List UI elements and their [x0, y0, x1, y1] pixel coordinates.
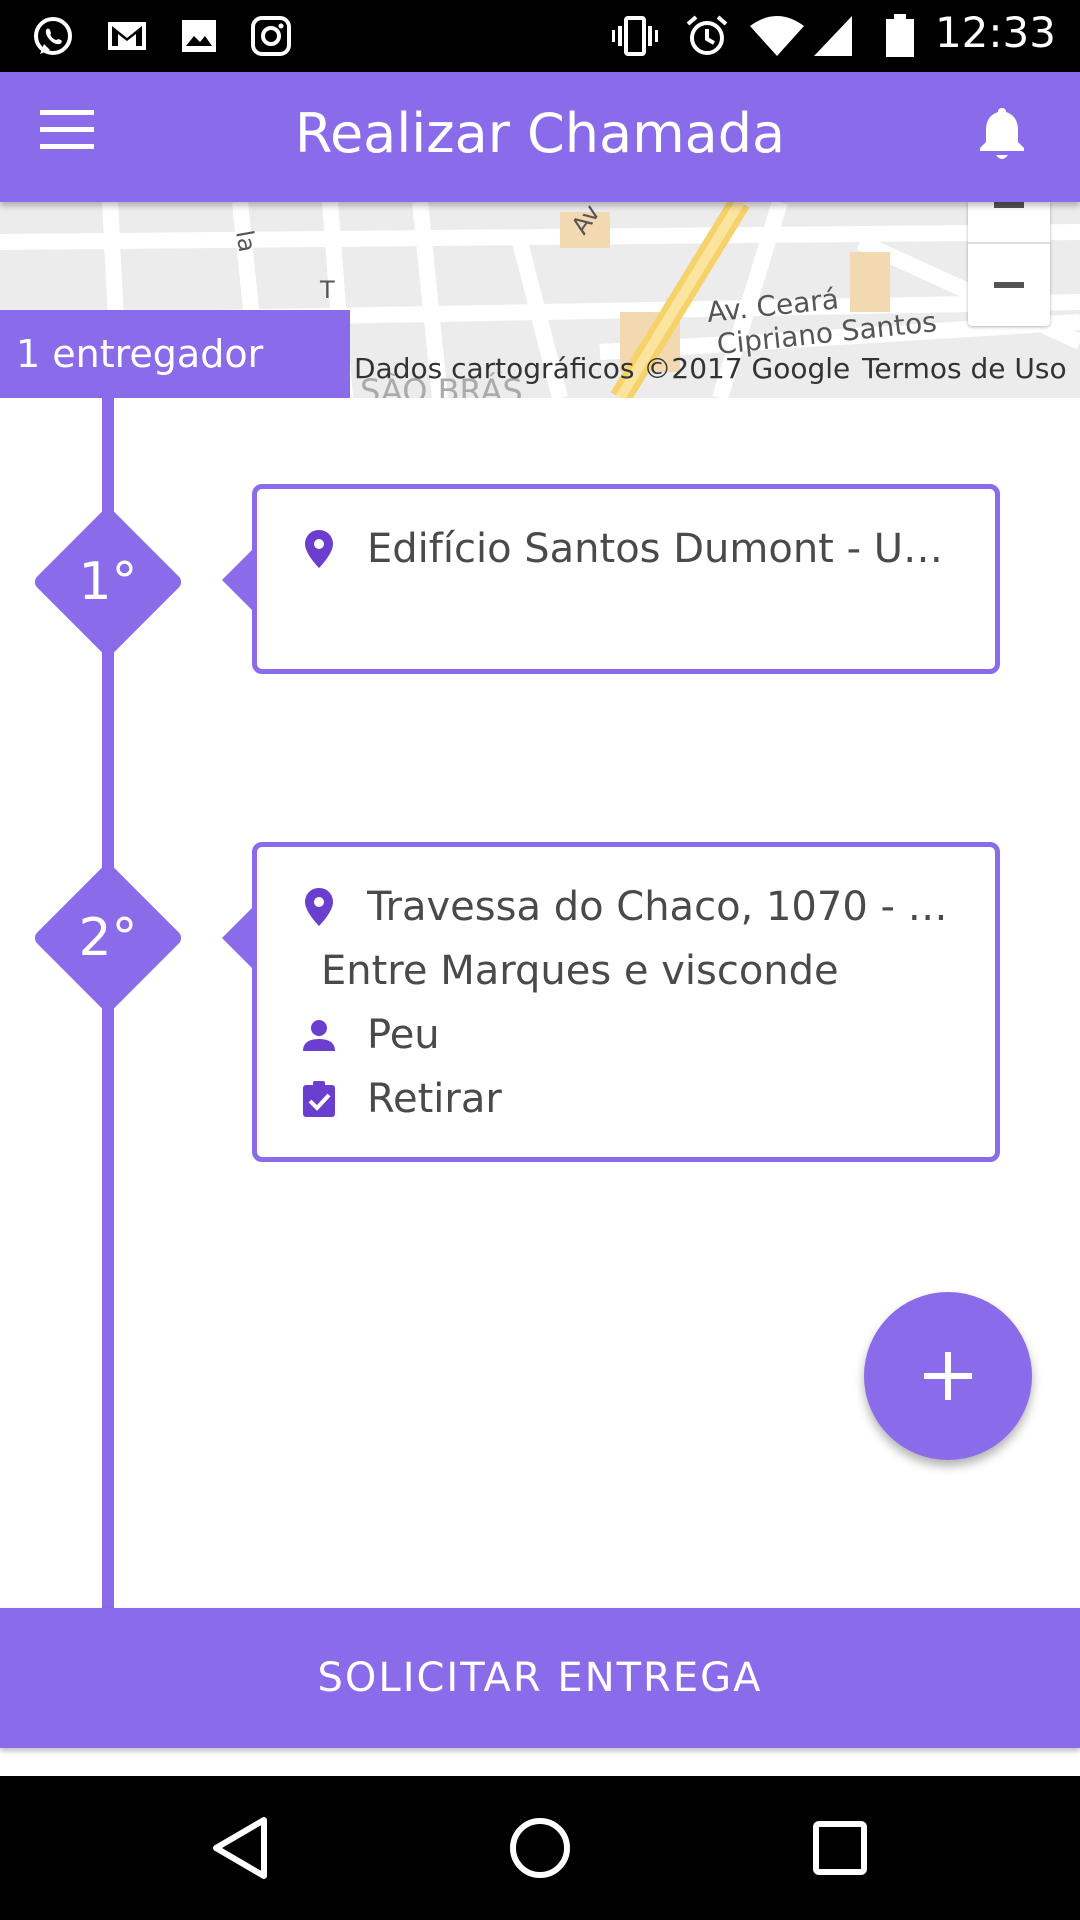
nav-bar — [0, 1776, 1080, 1920]
map-credit: Dados cartográficos ©2017 Google — [354, 352, 851, 385]
zoom-controls — [968, 202, 1050, 326]
plus-icon — [924, 1352, 972, 1400]
instagram-icon — [251, 16, 291, 56]
home-icon[interactable] — [504, 1812, 576, 1884]
request-delivery-button[interactable]: SOLICITAR ENTREGA — [0, 1608, 1080, 1748]
stop-number-badge: 1° — [31, 505, 185, 659]
stop-address: Edifício Santos Dumont - Umarizal, Belém… — [367, 526, 965, 572]
recents-icon[interactable] — [804, 1812, 876, 1884]
stop-card[interactable]: Edifício Santos Dumont - Umarizal, Belém… — [252, 484, 1000, 674]
action-label: Retirar — [367, 1076, 502, 1122]
person-icon — [301, 1015, 337, 1055]
signal-icon — [814, 16, 852, 56]
online-badge: 1 entregador online — [0, 310, 350, 464]
app-bar: Realizar Chamada — [0, 72, 1080, 202]
plus-icon[interactable] — [968, 202, 1050, 242]
status-bar: 12:33 — [0, 0, 1080, 72]
stop-address: Travessa do Chaco, 1070 - Pedreira, Belé… — [367, 884, 965, 930]
wifi-icon — [750, 16, 804, 56]
address-complement: Entre Marques e visconde — [321, 948, 839, 994]
vibrate-icon — [612, 16, 658, 56]
map-terms-link[interactable]: Termos de Uso — [862, 352, 1067, 385]
add-stop-button[interactable] — [864, 1292, 1032, 1460]
svg-text:T: T — [319, 276, 335, 304]
minus-icon[interactable] — [968, 242, 1050, 326]
contact-name: Peu — [367, 1012, 440, 1058]
contact-row: Peu — [301, 1003, 965, 1067]
gallery-icon — [182, 20, 216, 52]
address-row: Edifício Santos Dumont - Umarizal, Belém… — [301, 517, 965, 581]
address-row: Travessa do Chaco, 1070 - Pedreira, Belé… — [301, 875, 965, 939]
alarm-icon — [686, 15, 728, 55]
action-row: Retirar — [301, 1067, 965, 1131]
gmail-icon — [108, 22, 146, 50]
stop-card[interactable]: Travessa do Chaco, 1070 - Pedreira, Belé… — [252, 842, 1000, 1162]
bell-icon[interactable] — [972, 102, 1032, 162]
clipboard-check-icon — [301, 1079, 337, 1119]
battery-icon — [886, 14, 914, 57]
page-title: Realizar Chamada — [294, 102, 786, 165]
location-pin-icon — [301, 529, 337, 569]
back-icon[interactable] — [204, 1812, 276, 1884]
stop-number-badge: 2° — [31, 861, 185, 1015]
status-time: 12:33 — [934, 8, 1056, 57]
whatsapp-icon — [34, 17, 72, 55]
location-pin-icon — [301, 887, 337, 927]
